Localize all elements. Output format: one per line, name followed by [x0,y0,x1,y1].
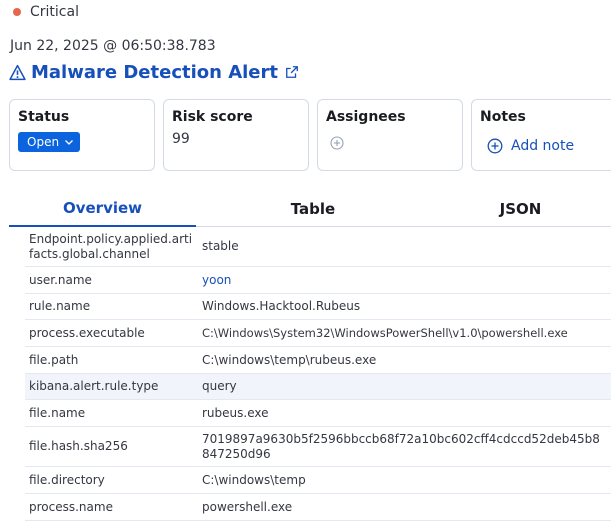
severity-label: Critical [30,4,79,20]
severity-dot [13,8,21,16]
table-row: rule.name Windows.Hacktool.Rubeus [25,294,611,320]
plus-circle-icon [487,138,503,154]
field-name: Endpoint.policy.applied.artifacts.global… [29,231,193,261]
field-value: powershell.exe [202,499,293,514]
assignees-card: Assignees [317,99,463,171]
table-row: Endpoint.policy.applied.artifacts.global… [25,227,611,267]
severity-indicator: Critical [13,4,79,20]
alert-timestamp: Jun 22, 2025 @ 06:50:38.783 [10,38,216,54]
table-row: user.name yoon [25,267,611,294]
table-row: file.hash.sha256 7019897a9630b5f2596bbcc… [25,427,611,467]
field-name: file.hash.sha256 [29,439,128,453]
chevron-down-icon [65,140,74,145]
table-row: file.name rubeus.exe [25,400,611,427]
add-assignee-icon[interactable] [330,136,344,150]
field-name: user.name [29,272,92,287]
field-name: file.path [29,352,79,367]
field-name: rule.name [29,299,91,313]
table-row: process.executable C:\Windows\System32\W… [25,320,611,347]
alert-title-link[interactable]: Malware Detection Alert [31,62,278,83]
table-row: file.path C:\windows\temp\rubeus.exe [25,347,611,374]
user-name-link[interactable]: yoon [202,273,611,288]
field-name: kibana.alert.rule.type [29,379,159,393]
field-name: file.directory [29,472,105,487]
status-value: Open [27,135,60,149]
table-row: file.directory C:\windows\temp [25,467,611,494]
field-value: rubeus.exe [202,405,269,420]
details-tabs: Overview Table JSON [9,190,611,227]
add-note-button[interactable]: Add note [487,138,574,154]
field-name: process.executable [29,325,145,340]
field-value: stable [202,239,239,253]
alert-fields-table: Endpoint.policy.applied.artifacts.global… [25,227,611,521]
status-card: Status Open [9,99,155,171]
field-value: Windows.Hacktool.Rubeus [202,299,361,313]
field-value: C:\Windows\System32\WindowsPowerShell\v1… [202,325,568,340]
status-label: Status [18,109,70,125]
field-value: C:\windows\temp [202,472,306,487]
risk-score-label: Risk score [172,109,253,125]
field-value: 7019897a9630b5f2596bbccb68f72a10bc602cff… [202,431,600,461]
field-value: C:\windows\temp\rubeus.exe [202,352,377,367]
notes-card: Notes Add note [471,99,611,171]
status-dropdown-button[interactable]: Open [18,132,81,152]
external-link-icon[interactable] [285,65,299,79]
add-note-label: Add note [511,138,575,154]
assignees-label: Assignees [326,109,406,125]
warning-icon [9,64,26,80]
risk-score-value: 99 [172,131,190,147]
field-value: query [202,379,237,393]
tab-json[interactable]: JSON [430,190,611,227]
field-name: process.name [29,499,113,514]
alert-title[interactable]: Malware Detection Alert [9,60,299,84]
table-row: kibana.alert.rule.type query [25,374,611,400]
notes-label: Notes [480,109,526,125]
tab-table[interactable]: Table [196,190,430,227]
field-name: file.name [29,405,86,420]
tab-overview[interactable]: Overview [9,190,196,227]
table-row: process.name powershell.exe [25,494,611,521]
risk-score-card: Risk score 99 [163,99,309,171]
